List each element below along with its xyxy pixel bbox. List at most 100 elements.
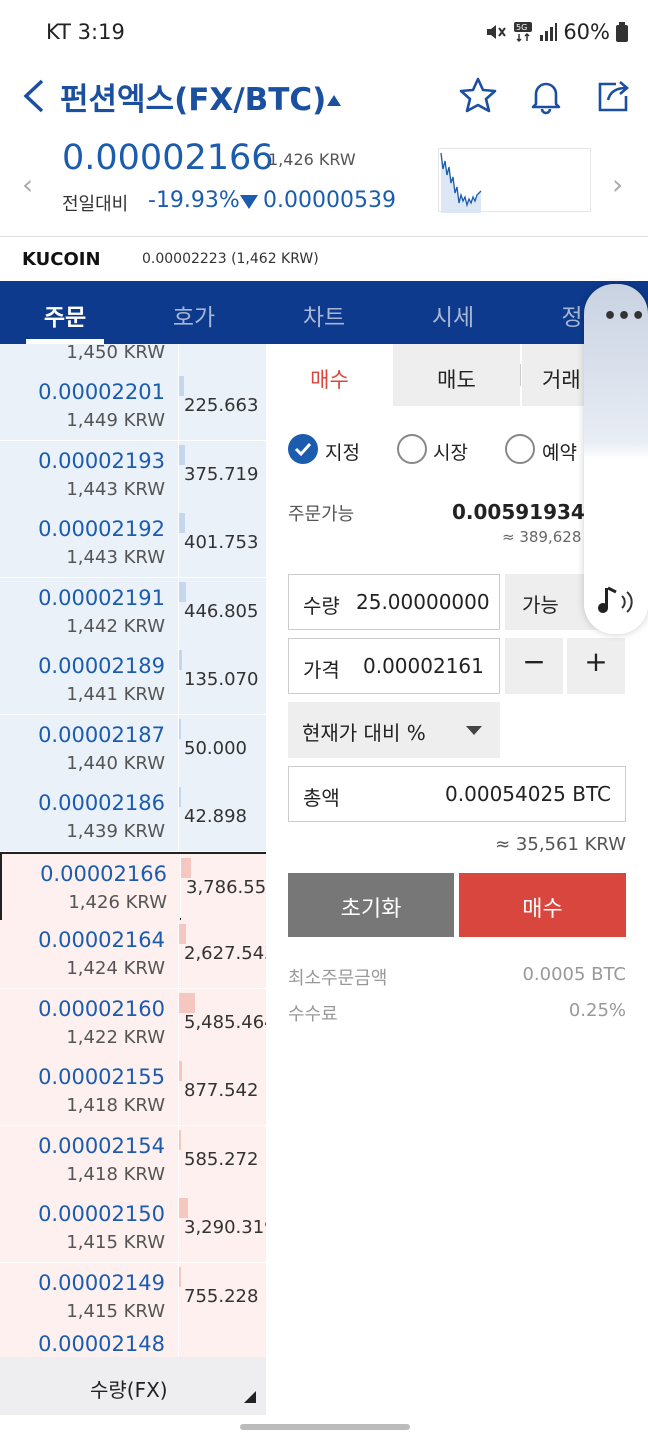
tab-order[interactable]: 주문 xyxy=(25,298,105,332)
total-value: 0.00054025 BTC xyxy=(445,782,611,806)
current-price: 0.00002166 xyxy=(62,138,274,178)
signal-icon xyxy=(540,23,558,41)
orderbook-row[interactable]: 0.00002201 1,449 KRW 225.663 xyxy=(0,372,266,440)
volume-bar xyxy=(179,650,182,670)
tab-orderbook[interactable]: 호가 xyxy=(154,298,234,332)
row-krw: 1,443 KRW xyxy=(66,478,165,500)
row-krw: 1,450 KRW xyxy=(66,344,165,363)
current-price-krw: 1,426 KRW xyxy=(268,150,356,169)
order-book: 1,450 KRW 0.00002201 1,449 KRW 225.663 0.00… xyxy=(0,344,266,1357)
svg-text:5G: 5G xyxy=(516,23,527,32)
row-qty: 50.000 xyxy=(184,737,247,759)
orderbook-row[interactable]: 0.00002193 1,443 KRW 375.719 xyxy=(0,440,266,509)
row-price: 0.00002154 xyxy=(38,1133,165,1158)
next-chevron-icon[interactable]: › xyxy=(612,168,623,201)
volume-bar xyxy=(179,581,186,602)
row-qty: 755.228 xyxy=(184,1285,259,1307)
share-icon[interactable] xyxy=(594,76,634,116)
exchange-name: KUCOIN xyxy=(22,249,101,270)
row-price: 0.00002150 xyxy=(38,1202,165,1226)
row-krw: 1,439 KRW xyxy=(66,821,165,842)
row-price: 0.00002155 xyxy=(38,1065,165,1089)
orderbook-row[interactable]: 0.00002186 1,439 KRW 42.898 xyxy=(0,783,266,851)
orderbook-row[interactable]: 0.00002150 1,415 KRW 3,290.319 xyxy=(0,1194,266,1262)
volume-bar xyxy=(179,1198,188,1218)
row-qty: 3,290.319 xyxy=(184,1217,266,1238)
qty-cell: 446.805 xyxy=(179,577,266,646)
row-price: 0.00002164 xyxy=(38,928,165,952)
row-krw: 1,418 KRW xyxy=(66,1163,165,1185)
volume-bar xyxy=(179,718,181,739)
volume-bar xyxy=(179,992,195,1013)
row-krw: 1,443 KRW xyxy=(66,547,165,568)
row-price: 0.00002189 xyxy=(38,654,165,678)
battery-icon xyxy=(616,22,628,42)
fee-value: 0.25% xyxy=(568,1000,626,1021)
price-cell: 0.00002166 1,426 KRW xyxy=(2,853,180,922)
floating-side-panel[interactable]: ••• xyxy=(584,284,648,634)
row-price: 0.00002191 xyxy=(38,585,165,610)
tab-market[interactable]: 시세 xyxy=(413,298,493,332)
orderbook-row[interactable]: 0.00002154 1,418 KRW 585.272 xyxy=(0,1125,266,1194)
available-label: 주문가능 xyxy=(288,504,355,525)
orderbook-row[interactable]: 0.00002164 1,424 KRW 2,627.543 xyxy=(0,920,266,988)
orderbook-row[interactable]: 0.00002189 1,441 KRW 135.070 xyxy=(0,646,266,714)
row-krw: 1,415 KRW xyxy=(66,1300,165,1322)
row-price: 0.00002148 xyxy=(38,1332,165,1356)
more-icon[interactable]: ••• xyxy=(603,304,645,329)
volume-bar xyxy=(179,1266,181,1287)
price-cell: 0.00002154 1,418 KRW xyxy=(0,1125,178,1194)
row-price: 0.00002149 xyxy=(38,1270,165,1295)
sound-icon[interactable] xyxy=(596,584,636,620)
volume-bar xyxy=(179,376,185,396)
row-qty: 877.542 xyxy=(184,1080,259,1101)
back-arrow-icon[interactable] xyxy=(20,78,48,114)
qty-cell: 5,485.464 xyxy=(179,988,266,1057)
orderbook-row[interactable]: 0.00002149 1,415 KRW 755.228 xyxy=(0,1262,266,1331)
mini-chart[interactable] xyxy=(438,148,591,213)
main-tabs: 주문 호가 차트 시세 정 xyxy=(0,281,648,344)
orderbook-row[interactable]: 0.00002155 1,418 KRW 877.542 xyxy=(0,1057,266,1125)
bell-icon[interactable] xyxy=(526,76,566,116)
price-cell: 0.00002201 1,449 KRW xyxy=(0,372,178,440)
orderbook-row[interactable]: 0.00002160 1,422 KRW 5,485.464 xyxy=(0,988,266,1057)
orderbook-footer[interactable]: 수량(FX) xyxy=(0,1357,266,1415)
row-qty: 135.070 xyxy=(184,669,259,690)
buy-button[interactable]: 매수 xyxy=(459,873,626,937)
order-tab-sell[interactable]: 매도 xyxy=(393,344,520,406)
total-field[interactable]: 총액 0.00054025 BTC xyxy=(288,766,626,822)
row-krw: 1,426 KRW xyxy=(68,891,167,913)
radio-limit[interactable] xyxy=(288,434,318,464)
row-krw: 1,415 KRW xyxy=(66,1232,165,1253)
star-icon[interactable] xyxy=(458,76,498,116)
available-krw: ≈ 389,628 xyxy=(502,528,582,546)
coin-title[interactable]: 펀션엑스(FX/BTC) xyxy=(60,74,326,119)
ratio-select[interactable]: 현재가 대비 % xyxy=(288,702,500,758)
possible-label: 가능 xyxy=(522,593,559,617)
price-field[interactable]: 가격 0.00002161 xyxy=(288,638,500,694)
row-qty: 2,627.543 xyxy=(184,943,266,964)
qty-cell: 877.542 xyxy=(179,1057,266,1125)
row-qty: 446.805 xyxy=(184,600,259,622)
prev-chevron-icon[interactable]: ‹ xyxy=(22,168,33,201)
price-cell: 0.00002193 1,443 KRW xyxy=(0,440,178,509)
orderbook-row[interactable]: 0.00002166 1,426 KRW 3,786.550 xyxy=(0,851,266,922)
tab-chart[interactable]: 차트 xyxy=(284,298,364,332)
price-plus-button[interactable]: + xyxy=(567,638,625,694)
orderbook-row[interactable]: 0.00002187 1,440 KRW 50.000 xyxy=(0,714,266,783)
reset-button[interactable]: 초기화 xyxy=(288,873,454,937)
home-indicator[interactable] xyxy=(240,1424,410,1430)
price-minus-button[interactable]: − xyxy=(505,638,563,694)
qty-cell: 755.228 xyxy=(179,1262,266,1331)
title-dropdown-icon[interactable] xyxy=(327,95,341,106)
row-qty: 5,485.464 xyxy=(184,1011,266,1033)
row-krw: 1,418 KRW xyxy=(66,1095,165,1116)
orderbook-row[interactable]: 0.00002191 1,442 KRW 446.805 xyxy=(0,577,266,646)
volume-bar xyxy=(179,444,186,465)
radio-market[interactable] xyxy=(397,434,427,464)
radio-reserve[interactable] xyxy=(505,434,535,464)
row-krw: 1,422 KRW xyxy=(66,1026,165,1048)
order-tab-buy[interactable]: 매수 xyxy=(266,344,393,406)
quantity-field[interactable]: 수량 25.00000000 xyxy=(288,574,500,630)
orderbook-row[interactable]: 0.00002192 1,443 KRW 401.753 xyxy=(0,509,266,577)
